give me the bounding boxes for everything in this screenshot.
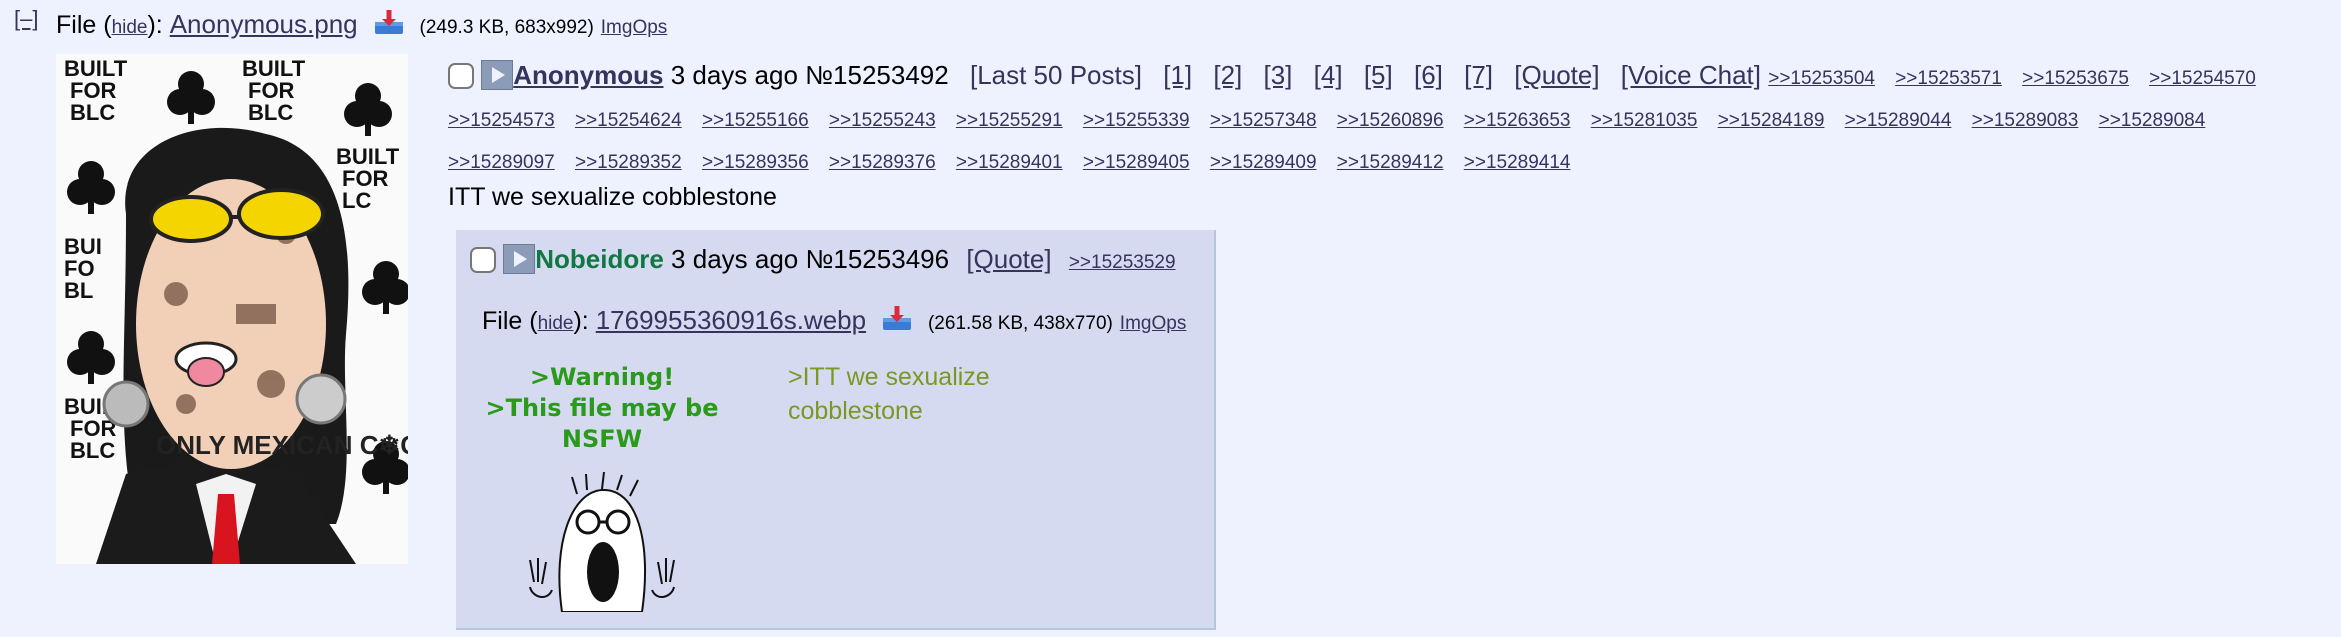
reply-backlink[interactable]: >>15289084: [2099, 110, 2206, 131]
reply-post-time: 3 days ago: [671, 244, 799, 274]
hide-file-link[interactable]: hide: [112, 17, 148, 38]
op-post-time: 3 days ago: [670, 60, 798, 90]
reply-file-info: File (hide): 1769955360916s.webp (261.58…: [482, 304, 1186, 336]
reply-post: Nobeidore 3 days ago №15253496 [Quote] >…: [456, 230, 1216, 630]
svg-text:LC: LC: [342, 188, 371, 213]
reply-backlink[interactable]: >>15254573: [448, 110, 555, 131]
svg-text:BL: BL: [64, 278, 93, 303]
last-50-posts-link[interactable]: [Last 50 Posts]: [970, 60, 1142, 90]
reply-backlink[interactable]: >>15260896: [1337, 110, 1444, 131]
reply-backlink[interactable]: >>15254624: [575, 110, 682, 131]
reply-poster-name: Nobeidore: [535, 244, 664, 274]
op-poster-name[interactable]: Anonymous: [513, 60, 663, 90]
reply-backlink[interactable]: >>15289376: [829, 152, 936, 173]
op-post-number[interactable]: №15253492: [805, 60, 949, 90]
file-sep: ):: [147, 11, 163, 39]
op-file-meta: (249.3 KB, 683x992): [419, 17, 594, 38]
reply-backlink[interactable]: >>15289352: [575, 152, 682, 173]
reply-file-meta: (261.58 KB, 438x770): [927, 313, 1113, 334]
reply-post-number[interactable]: №15253496: [806, 244, 950, 274]
nsfw-warning-text: >Warning! >This file may be NSFW: [482, 362, 722, 455]
op-file-name-link[interactable]: Anonymous.png: [170, 9, 358, 39]
op-file-info: File (hide): Anonymous.png (249.3 KB, 68…: [56, 8, 667, 40]
op-image-art: BUILTFORBLC BUILTFORBLC BUILTFORLC BUIFO…: [56, 54, 408, 564]
thread-page-link[interactable]: [7]: [1464, 60, 1493, 90]
reply-backlink[interactable]: >>15289412: [1337, 152, 1444, 173]
op-thumbnail-image[interactable]: BUILT FOR BLC BUILT FOR BLC BUILT FOR LC BUI FO…: [56, 54, 408, 564]
reply-backlink[interactable]: >>15255166: [702, 110, 809, 131]
reply-select-checkbox[interactable]: [470, 247, 496, 273]
warning-line: >This file may be: [485, 394, 719, 422]
reply-backlink[interactable]: >>15289083: [1972, 110, 2079, 131]
file-prefix: File (: [56, 11, 112, 39]
op-select-checkbox[interactable]: [448, 63, 474, 89]
hide-file-link[interactable]: hide: [538, 313, 574, 334]
reply-backlink[interactable]: >>15289409: [1210, 152, 1317, 173]
reply-backlink[interactable]: >>15289401: [956, 152, 1063, 173]
reply-backlink[interactable]: >>15289414: [1464, 152, 1571, 173]
nsfw-spoiler-thumbnail[interactable]: >Warning! >This file may be NSFW: [482, 362, 722, 612]
reply-backlink[interactable]: >>15257348: [1210, 110, 1317, 131]
reply-backlink[interactable]: >>15289405: [1083, 152, 1190, 173]
download-icon[interactable]: [373, 8, 405, 36]
thread-page-link[interactable]: [5]: [1364, 60, 1393, 90]
reply-backlink[interactable]: >>15281035: [1591, 110, 1698, 131]
svg-text:BLC: BLC: [70, 438, 115, 463]
reply-backlink[interactable]: >>15253504: [1768, 68, 1875, 89]
file-sep: ):: [573, 307, 589, 335]
reply-backlink[interactable]: >>15253675: [2022, 68, 2129, 89]
svg-text:BLC: BLC: [70, 100, 115, 125]
thread-page-link[interactable]: [3]: [1264, 60, 1293, 90]
thread-page-link[interactable]: [6]: [1414, 60, 1443, 90]
reply-backlink[interactable]: >>15254570: [2149, 68, 2256, 89]
warning-line: >Warning!: [529, 363, 675, 391]
reply-quote-link[interactable]: [Quote]: [966, 244, 1051, 274]
reply-imgops-link[interactable]: ImgOps: [1120, 313, 1187, 334]
reply-comment: >ITT we sexualize cobblestone: [788, 363, 990, 425]
play-icon[interactable]: [503, 244, 536, 274]
reply-header: Nobeidore 3 days ago №15253496 [Quote] >…: [470, 244, 1176, 275]
reply-backlink[interactable]: >>15289044: [1845, 110, 1952, 131]
op-image-face-text: ONLY MEXICAN C❄CKS!!: [156, 430, 408, 460]
reply-backlink[interactable]: >>15253529: [1069, 252, 1176, 273]
collapse-thread-toggle[interactable]: [–]: [14, 6, 38, 32]
reply-backlink[interactable]: >>15255243: [829, 110, 936, 131]
play-icon[interactable]: [481, 60, 514, 90]
svg-text:BLC: BLC: [248, 100, 293, 125]
warning-line: NSFW: [561, 425, 643, 453]
reply-backlink[interactable]: >>15255291: [956, 110, 1063, 131]
reply-backlink[interactable]: >>15263653: [1464, 110, 1571, 131]
reply-backlink[interactable]: >>15289097: [448, 152, 555, 173]
reply-backlink[interactable]: >>15255339: [1083, 110, 1190, 131]
reply-file-name-link[interactable]: 1769955360916s.webp: [596, 305, 866, 335]
thread-page-link[interactable]: [1]: [1163, 60, 1192, 90]
thread-page-link[interactable]: [4]: [1314, 60, 1343, 90]
soyjak-icon: [529, 472, 675, 612]
thread-page-link[interactable]: [2]: [1213, 60, 1242, 90]
reply-backlink[interactable]: >>15253571: [1895, 68, 2002, 89]
op-comment: ITT we sexualize cobblestone: [448, 183, 777, 211]
reply-backlink[interactable]: >>15289356: [702, 152, 809, 173]
op-imgops-link[interactable]: ImgOps: [601, 17, 668, 38]
reply-backlink[interactable]: >>15284189: [1718, 110, 1825, 131]
op-quote-link[interactable]: [Quote]: [1514, 60, 1599, 90]
voice-chat-link[interactable]: [Voice Chat]: [1621, 60, 1761, 90]
download-icon[interactable]: [881, 304, 913, 332]
op-post-header: Anonymous 3 days ago №15253492 [Last 50 …: [448, 56, 2308, 182]
file-prefix: File (: [482, 307, 538, 335]
